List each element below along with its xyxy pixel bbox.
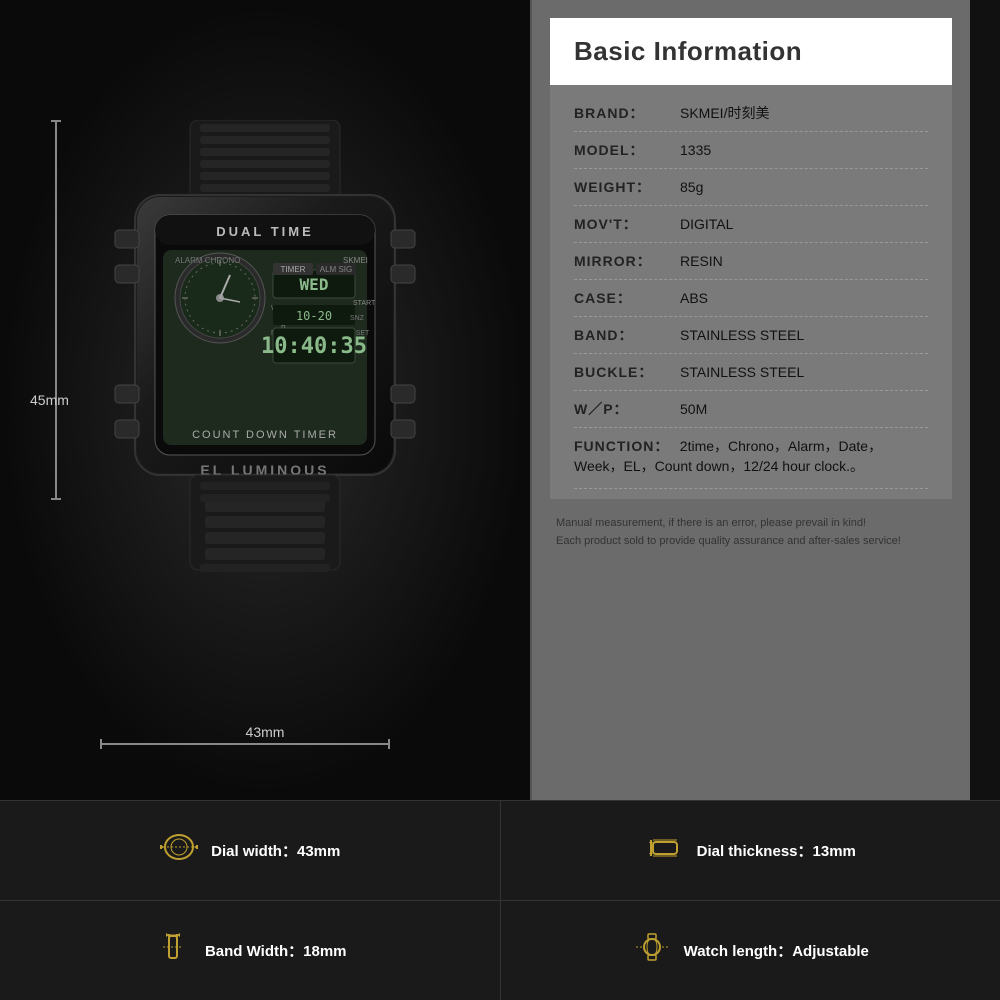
bottom-cell-dial-thickness: Dial thickness：13mm [501, 801, 1000, 900]
bottom-bar: Dial width：43mm Dial thickness：13mm [0, 800, 1000, 1000]
info-key-case: CASE： [574, 288, 674, 308]
info-row-buckle: BUCKLE： STAINLESS STEEL [574, 354, 928, 391]
info-row-wp: W／P： 50M [574, 391, 928, 428]
info-val-mirror: RESIN [680, 253, 723, 269]
info-note: Manual measurement, if there is an error… [556, 509, 946, 556]
info-val-function1: 2time，Chrono，Alarm，Date， [680, 438, 882, 454]
info-key-brand: BRAND： [574, 103, 674, 123]
dimension-label-width: 43mm [246, 724, 285, 740]
svg-text:DUAL TIME: DUAL TIME [216, 224, 314, 239]
info-key-movt: MOV'T： [574, 214, 674, 234]
svg-text:WED: WED [300, 275, 329, 294]
info-val-model: 1335 [680, 142, 711, 158]
info-key-wp: W／P： [574, 399, 674, 419]
svg-text:ALM SIG: ALM SIG [320, 265, 352, 274]
info-row-brand: BRAND： SKMEI/时刻美 [574, 95, 928, 132]
svg-text:ALARM CHRONO: ALARM CHRONO [175, 256, 240, 265]
bottom-cell-dial-width: Dial width：43mm [0, 801, 501, 900]
watch-image: DUAL TIME [75, 120, 455, 700]
dial-width-label: Dial width：43mm [211, 840, 340, 861]
info-key-model: MODEL： [574, 140, 674, 160]
svg-text:SKMEI: SKMEI [343, 256, 368, 265]
dial-width-icon [159, 832, 199, 869]
svg-text:10:40:35: 10:40:35 [261, 334, 367, 359]
dial-thickness-label: Dial thickness：13mm [697, 840, 856, 861]
info-key-weight: WEIGHT： [574, 177, 674, 197]
bottom-row-2: Band Width：18mm Watch length：Adjustable [0, 900, 1000, 1000]
info-key-buckle: BUCKLE： [574, 362, 674, 382]
dimension-line-vertical [55, 120, 57, 500]
dimension-label-height: 45mm [30, 392, 69, 408]
info-key-function: FUNCTION： [574, 438, 669, 454]
info-row-weight: WEIGHT： 85g [574, 169, 928, 206]
info-row-movt: MOV'T： DIGITAL [574, 206, 928, 243]
info-val-weight: 85g [680, 179, 703, 195]
svg-text:COUNT DOWN TIMER: COUNT DOWN TIMER [192, 429, 338, 441]
bottom-row-1: Dial width：43mm Dial thickness：13mm [0, 800, 1000, 900]
watch-length-icon [632, 932, 672, 969]
band-width-icon [153, 932, 193, 969]
info-body: BRAND： SKMEI/时刻美 MODEL： 1335 WEIGHT： 85g… [550, 85, 952, 499]
info-row-function: FUNCTION： 2time，Chrono，Alarm，Date， Week，… [574, 428, 928, 489]
dimension-line-horizontal [100, 743, 390, 745]
svg-text:10-20: 10-20 [296, 309, 332, 323]
svg-text:TIMER: TIMER [281, 265, 306, 274]
info-val-case: ABS [680, 290, 708, 306]
info-val-buckle: STAINLESS STEEL [680, 364, 804, 380]
band-width-label: Band Width：18mm [205, 940, 347, 961]
info-val-movt: DIGITAL [680, 216, 733, 232]
info-key-mirror: MIRROR： [574, 251, 674, 271]
dial-thickness-icon [645, 832, 685, 869]
watch-length-label: Watch length：Adjustable [684, 940, 869, 961]
info-note-line1: Manual measurement, if there is an error… [556, 515, 946, 533]
svg-text:START: START [353, 300, 376, 307]
info-val-band: STAINLESS STEEL [680, 327, 804, 343]
info-val-brand: SKMEI/时刻美 [680, 103, 769, 123]
page-title: Basic Information [574, 36, 928, 67]
info-val-wp: 50M [680, 401, 707, 417]
info-row-mirror: MIRROR： RESIN [574, 243, 928, 280]
info-panel: Basic Information BRAND： SKMEI/时刻美 MODEL… [530, 0, 970, 800]
bottom-cell-band-width: Band Width：18mm [0, 901, 501, 1000]
info-note-line2: Each product sold to provide quality ass… [556, 533, 946, 551]
svg-text:SNZ: SNZ [350, 315, 365, 322]
info-header: Basic Information [550, 18, 952, 85]
bottom-cell-watch-length: Watch length：Adjustable [501, 901, 1000, 1000]
watch-image-area: 45mm 43mm [0, 0, 530, 800]
info-row-band: BAND： STAINLESS STEEL [574, 317, 928, 354]
info-key-band: BAND： [574, 325, 674, 345]
info-row-model: MODEL： 1335 [574, 132, 928, 169]
info-val-function2: Week，EL，Count down，12/24 hour clock.。 [574, 456, 928, 484]
info-row-case: CASE： ABS [574, 280, 928, 317]
